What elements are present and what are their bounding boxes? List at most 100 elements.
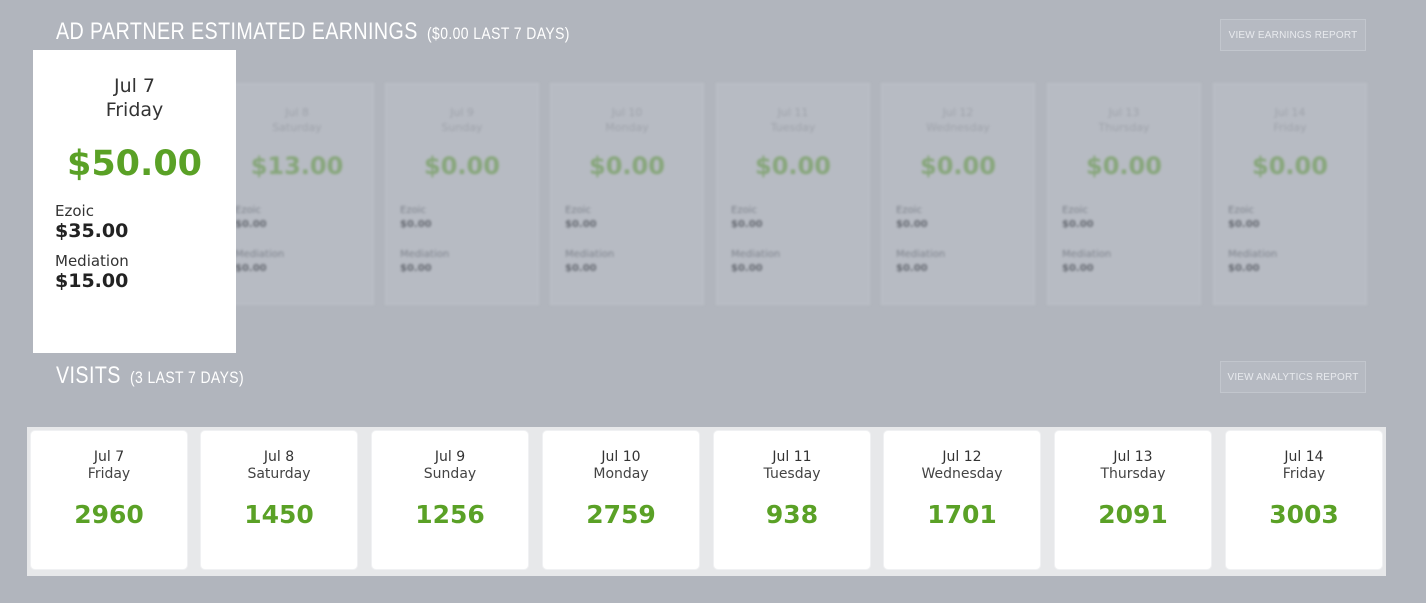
visit-card-count: 2091 <box>1098 500 1168 529</box>
breakdown-value: $0.00 <box>896 219 928 230</box>
earnings-card[interactable]: Jul 11 Tuesday $0.00 Ezoic $0.00 Mediatio… <box>716 83 870 305</box>
earnings-card-date: Jul 9 <box>450 106 474 119</box>
breakdown-label: Ezoic <box>1062 205 1088 216</box>
earnings-card-breakdown: Ezoic $0.00 Mediation $0.00 <box>400 204 538 276</box>
breakdown-label: Mediation <box>1228 249 1278 260</box>
breakdown-label: Ezoic <box>731 205 757 216</box>
visits-subtitle: (3 LAST 7 DAYS) <box>129 368 245 387</box>
earnings-card-date: Jul 14 <box>1274 106 1306 119</box>
breakdown-value: $0.00 <box>896 263 928 274</box>
visit-card-count: 2960 <box>74 500 144 529</box>
earnings-card-weekday: Tuesday <box>770 121 816 134</box>
earnings-card-date: Jul 10 <box>611 106 643 119</box>
breakdown-value: $0.00 <box>565 219 597 230</box>
visits-title: VISITS (3 LAST 7 DAYS) <box>56 362 244 390</box>
visit-card-date: Jul 7 <box>93 449 125 465</box>
visit-card[interactable]: Jul 7 Friday 2960 <box>31 431 187 569</box>
breakdown-label: Mediation <box>896 249 946 260</box>
mediation-value: $15.00 <box>55 270 129 292</box>
earnings-card-total: $0.00 <box>424 152 500 180</box>
earnings-card-total: $0.00 <box>1086 152 1162 180</box>
earnings-card-weekday: Wednesday <box>926 121 990 134</box>
visit-card-weekday: Saturday <box>247 466 311 482</box>
view-earnings-report-button[interactable]: VIEW EARNINGS REPORT <box>1220 19 1366 51</box>
breakdown-label: Ezoic <box>1228 205 1254 216</box>
earnings-card-breakdown: Ezoic $0.00 Mediation $0.00 <box>731 204 869 276</box>
visit-card-date: Jul 9 <box>434 449 466 465</box>
visit-card-date: Jul 10 <box>601 449 641 465</box>
earnings-card[interactable]: Jul 10 Monday $0.00 Ezoic $0.00 Mediation… <box>550 83 704 305</box>
breakdown-value: $0.00 <box>235 219 267 230</box>
breakdown-label: Mediation <box>1062 249 1112 260</box>
earnings-card-date: Jul 13 <box>1108 106 1140 119</box>
earnings-card-date: Jul 11 <box>777 106 809 119</box>
earnings-title-text: AD PARTNER ESTIMATED EARNINGS <box>56 18 418 45</box>
breakdown-value: $0.00 <box>731 263 763 274</box>
earnings-card[interactable]: Jul 13 Thursday $0.00 Ezoic $0.00 Mediati… <box>1047 83 1201 305</box>
visit-card[interactable]: Jul 11 Tuesday 938 <box>714 431 870 569</box>
focused-card-total: $50.00 <box>66 144 203 184</box>
visit-card[interactable]: Jul 9 Sunday 1256 <box>372 431 528 569</box>
visit-card-weekday: Wednesday <box>921 466 1003 482</box>
visit-card-count: 1701 <box>927 500 997 529</box>
earnings-card[interactable]: Jul 9 Sunday $0.00 Ezoic $0.00 Mediation $… <box>385 83 539 305</box>
visit-card[interactable]: Jul 13 Thursday 2091 <box>1055 431 1211 569</box>
breakdown-value: $0.00 <box>235 263 267 274</box>
earnings-card-breakdown: Ezoic $0.00 Mediation $0.00 <box>1228 204 1366 276</box>
earnings-card-total: $0.00 <box>1252 152 1328 180</box>
visit-card-weekday: Monday <box>593 466 649 482</box>
visit-card[interactable]: Jul 14 Friday 3003 <box>1226 431 1382 569</box>
earnings-card-total: $0.00 <box>755 152 831 180</box>
breakdown-value: $0.00 <box>400 263 432 274</box>
ezoic-value: $35.00 <box>55 220 129 242</box>
earnings-card-weekday: Sunday <box>441 121 483 134</box>
breakdown-label: Mediation <box>731 249 781 260</box>
breakdown-label: Ezoic <box>896 205 922 216</box>
breakdown-label: Mediation <box>400 249 450 260</box>
breakdown-label: Mediation <box>565 249 615 260</box>
visit-card-count: 1256 <box>415 500 485 529</box>
earnings-card-total: $13.00 <box>250 152 344 180</box>
visit-card-weekday: Tuesday <box>763 466 821 482</box>
visit-card-count: 938 <box>765 500 819 529</box>
breakdown-value: $0.00 <box>400 219 432 230</box>
earnings-card-breakdown: Ezoic $0.00 Mediation $0.00 <box>1062 204 1200 276</box>
visit-card[interactable]: Jul 12 Wednesday 1701 <box>884 431 1040 569</box>
earnings-card-weekday: Monday <box>605 121 649 134</box>
visit-card-count: 3003 <box>1269 500 1339 529</box>
earnings-card-breakdown: Ezoic $0.00 Mediation $0.00 <box>565 204 703 276</box>
earnings-title: AD PARTNER ESTIMATED EARNINGS ($0.00 LAS… <box>56 18 570 46</box>
earnings-card-focused[interactable]: Jul 7 Friday $50.00 Ezoic $35.00 Mediati… <box>33 50 236 353</box>
breakdown-label: Ezoic <box>235 205 261 216</box>
visit-card-date: Jul 13 <box>1113 449 1153 465</box>
earnings-card-breakdown: Ezoic $0.00 Mediation $0.00 <box>896 204 1034 276</box>
earnings-card-total: $0.00 <box>589 152 665 180</box>
visit-card-weekday: Friday <box>1282 466 1326 482</box>
visits-title-text: VISITS <box>56 362 121 389</box>
ezoic-label: Ezoic <box>55 202 94 220</box>
breakdown-value: $0.00 <box>731 219 763 230</box>
visit-card-count: 2759 <box>586 500 656 529</box>
visit-card[interactable]: Jul 10 Monday 2759 <box>543 431 699 569</box>
visit-card-date: Jul 11 <box>772 449 812 465</box>
earnings-card[interactable]: Jul 8 Saturday $13.00 Ezoic $0.00 Mediati… <box>220 83 374 305</box>
mediation-label: Mediation <box>55 252 129 270</box>
focused-card-date: Jul 7 <box>113 75 156 97</box>
breakdown-value: $0.00 <box>565 263 597 274</box>
visit-card-date: Jul 8 <box>263 449 295 465</box>
earnings-card-date: Jul 8 <box>285 106 309 119</box>
focused-card-weekday: Friday <box>105 99 164 121</box>
earnings-card[interactable]: Jul 14 Friday $0.00 Ezoic $0.00 Mediation… <box>1213 83 1367 305</box>
earnings-card-breakdown: Ezoic $0.00 Mediation $0.00 <box>235 204 373 276</box>
breakdown-label: Ezoic <box>400 205 426 216</box>
view-analytics-report-button[interactable]: VIEW ANALYTICS REPORT <box>1220 361 1366 393</box>
visit-card[interactable]: Jul 8 Saturday 1450 <box>201 431 357 569</box>
breakdown-label: Mediation <box>235 249 285 260</box>
earnings-card-date: Jul 12 <box>942 106 974 119</box>
earnings-card-total: $0.00 <box>920 152 996 180</box>
earnings-card[interactable]: Jul 12 Wednesday $0.00 Ezoic $0.00 Mediat… <box>881 83 1035 305</box>
earnings-card-weekday: Saturday <box>272 121 322 134</box>
visit-card-weekday: Friday <box>87 466 131 482</box>
visit-card-weekday: Thursday <box>1100 466 1166 482</box>
visits-panel: Jul 7 Friday 2960 Jul 8 Saturday 1450 Ju… <box>27 427 1386 576</box>
